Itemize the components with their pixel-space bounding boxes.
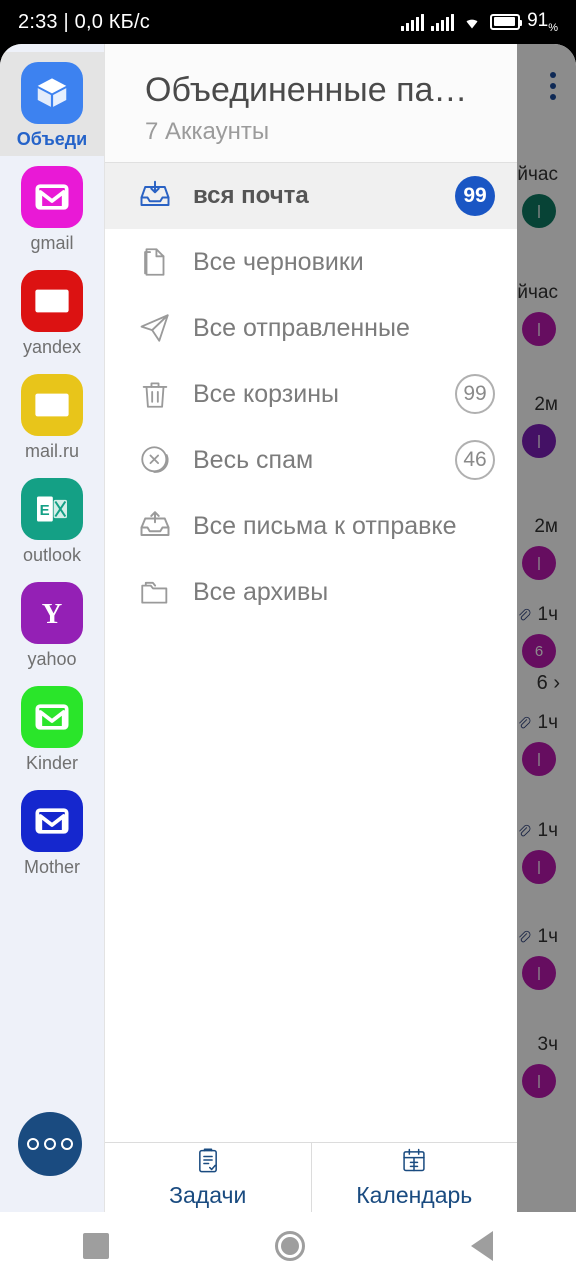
folder-item-5[interactable]: Весь спам 46	[105, 427, 517, 493]
account-item-yahoo[interactable]: Yyahoo	[0, 572, 104, 676]
folder-item-2[interactable]: Все черновики	[105, 229, 517, 295]
wifi-icon	[461, 13, 483, 30]
signal-icon	[431, 13, 455, 31]
count-badge: 99	[455, 374, 495, 414]
account-label: Объеди	[16, 129, 88, 149]
gmail-m-icon	[21, 790, 83, 852]
envelope-icon	[21, 374, 83, 436]
battery-percent: 91%	[527, 10, 558, 34]
account-label: yandex	[22, 337, 82, 357]
folder-label: Весь спам	[193, 445, 314, 474]
phone-screen: 2:33 | 0,0 КБ/с 91% сейчас сейчас 2м 2м 1ч 6 6…	[0, 0, 576, 1280]
yahoo-y-icon: Y	[21, 582, 83, 644]
account-label: gmail	[30, 233, 74, 253]
tab-calendar[interactable]: Календарь	[310, 1143, 518, 1212]
bottom-tab-bar[interactable]: Задачи Календарь	[105, 1142, 517, 1212]
account-label: yahoo	[27, 649, 77, 669]
svg-text:Y: Y	[42, 599, 62, 630]
inbox-icon	[129, 178, 181, 214]
account-item-gmail[interactable]: gmail	[0, 156, 104, 260]
folder-item-7[interactable]: Все архивы	[105, 559, 517, 625]
outlook-e-icon: E	[21, 478, 83, 540]
gmail-m-icon	[21, 166, 83, 228]
folder-item-1[interactable]: вся почта 99	[105, 163, 517, 229]
account-item-mother[interactable]: Mother	[0, 780, 104, 884]
folder-item-3[interactable]: Все отправленные	[105, 295, 517, 361]
home-circle-icon[interactable]	[275, 1231, 305, 1261]
account-label: outlook	[22, 545, 82, 565]
account-rail[interactable]: Объеди gmail yandex mail.ru Eoutlook Yyahoo Ki…	[0, 44, 104, 1212]
page-title: Объединенные па…	[145, 71, 468, 109]
envelope-icon	[21, 270, 83, 332]
unread-badge: 99	[455, 176, 495, 216]
tab-label: Задачи	[169, 1182, 247, 1208]
account-label: Mother	[23, 857, 81, 877]
folder-label: Все письма к отправке	[193, 511, 457, 540]
folder-label: Все черновики	[193, 247, 364, 276]
svg-text:E: E	[40, 502, 50, 519]
gmail-m-icon	[21, 686, 83, 748]
signal-icon	[401, 13, 425, 31]
account-item-yandex[interactable]: yandex	[0, 260, 104, 364]
tasks-clipboard-icon	[194, 1146, 222, 1180]
account-label: Kinder	[25, 753, 79, 773]
folder-label: вся почта	[193, 182, 309, 209]
folder-label: Все корзины	[193, 379, 339, 408]
account-count-label: 7 Аккаунты	[145, 118, 270, 145]
count-badge: 46	[455, 440, 495, 480]
status-bar: 2:33 | 0,0 КБ/с 91%	[0, 0, 576, 44]
sent-icon	[129, 311, 181, 345]
folder-label: Все отправленные	[193, 313, 410, 342]
app-window: сейчас сейчас 2м 2м 1ч 6 6 › 1ч 1ч 1ч 3ч Объеди gma…	[0, 44, 576, 1212]
calendar-icon	[400, 1146, 428, 1180]
folder-list[interactable]: вся почта 99 Все черновики Все отправленные…	[105, 163, 517, 1142]
recents-square-icon[interactable]	[83, 1233, 109, 1259]
android-navigation-bar[interactable]	[0, 1212, 576, 1280]
outbox-icon	[129, 508, 181, 544]
pane-header: Объединенные па… 7 Аккаунты	[105, 44, 517, 163]
back-triangle-icon[interactable]	[471, 1231, 493, 1261]
more-accounts-fab[interactable]	[18, 1112, 82, 1176]
account-item-kinder[interactable]: Kinder	[0, 676, 104, 780]
tab-label: Календарь	[356, 1182, 473, 1208]
folder-label: Все архивы	[193, 577, 329, 606]
account-item-mail-ru[interactable]: mail.ru	[0, 364, 104, 468]
folder-pane: Объединенные па… 7 Аккаунты вся почта 99 В…	[104, 44, 517, 1212]
spam-icon	[129, 443, 181, 477]
cube-icon	[21, 62, 83, 124]
account-label: mail.ru	[24, 441, 79, 461]
navigation-drawer: Объеди gmail yandex mail.ru Eoutlook Yyahoo Ki…	[0, 44, 517, 1212]
status-time-and-rate: 2:33 | 0,0 КБ/с	[18, 10, 150, 33]
trash-icon	[129, 377, 181, 411]
account-item-объеди[interactable]: Объеди	[0, 52, 104, 156]
tab-tasks[interactable]: Задачи	[105, 1143, 311, 1212]
folder-item-6[interactable]: Все письма к отправке	[105, 493, 517, 559]
account-item-outlook[interactable]: Eoutlook	[0, 468, 104, 572]
battery-icon	[490, 13, 523, 30]
folder-item-4[interactable]: Все корзины 99	[105, 361, 517, 427]
draft-icon	[129, 245, 181, 279]
archive-icon	[129, 575, 181, 609]
